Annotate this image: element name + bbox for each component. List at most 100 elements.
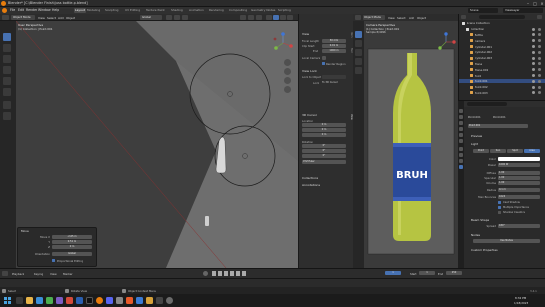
blender-menu-icon[interactable] [2,8,7,13]
light-name-field[interactable]: Point.001 [468,124,528,128]
outliner-row[interactable]: Collection [459,27,545,31]
cursor-location-z[interactable]: 0 m [302,133,346,137]
orientation-select[interactable]: Global [52,252,92,256]
transform-orientation-selector[interactable]: Global [140,15,162,20]
view-section-header[interactable]: View [302,32,309,36]
outliner-row[interactable]: Point.003 [459,91,545,95]
marker-menu[interactable]: Marker [63,272,73,276]
menu-render[interactable]: Render [26,8,37,12]
play-reverse-icon[interactable] [224,271,228,276]
focal-length-field[interactable]: 50 mm [322,39,346,43]
tab-modeling[interactable]: Modeling [86,8,101,13]
eye-icon[interactable] [532,50,535,54]
mode-selector[interactable]: Object Mode [11,15,35,20]
rendered-shading-icon[interactable] [287,15,293,20]
tab-layout[interactable]: Layout [74,8,86,13]
light-type-spot[interactable]: Spot [507,149,523,153]
eye-icon[interactable] [532,33,535,37]
next-keyframe-icon[interactable] [236,271,240,276]
camera-menu-select[interactable]: Select [397,16,406,20]
clip-end-field[interactable]: 1000 m [322,49,346,53]
end-frame-field[interactable]: 250 [446,271,462,275]
cursor-location-x[interactable]: 0 m [302,123,346,127]
eye-icon[interactable] [532,68,535,72]
tab-scripting[interactable]: Scripting [277,8,292,13]
proportional-checkbox[interactable] [52,259,55,262]
select-box-tool-icon[interactable] [3,33,11,41]
outliner-row[interactable]: Plane [459,62,545,66]
constraints-properties-tab-icon[interactable] [459,159,463,163]
camera-render-viewport[interactable]: BRUH Camera Perspective (1) Collection |… [364,21,458,268]
preview-section-header[interactable]: Preview [471,134,482,138]
app-icon[interactable] [156,297,163,304]
start-frame-field[interactable]: 1 [419,271,435,275]
viewport-menu-view[interactable]: View [38,16,45,20]
scale-tool-icon[interactable] [355,67,362,74]
timeline-editor-icon[interactable] [2,271,8,276]
timeline-scrubber[interactable] [0,279,545,287]
collections-section-header[interactable]: Collections [302,176,318,180]
viewport-menu-select[interactable]: Select [47,16,56,20]
cursor-location-y[interactable]: 0 m [302,128,346,132]
lock-to-object-field[interactable] [322,75,346,79]
minimize-button[interactable]: – [525,1,531,6]
move-z-field[interactable]: 0 m [52,245,92,249]
app-icon[interactable] [46,297,53,304]
tab-uv-editing[interactable]: UV Editing [124,8,141,13]
camera-navigation-gizmo[interactable] [436,32,456,52]
camera-render-icon[interactable] [538,79,541,83]
eye-icon[interactable] [532,27,535,31]
outliner-row[interactable]: Cylinder.002 [459,50,545,54]
camera-mode-selector[interactable]: Object Mode [363,15,385,20]
viewport-menu-add[interactable]: Add [58,16,64,20]
output-properties-tab-icon[interactable] [459,121,463,125]
eye-icon[interactable] [532,44,535,48]
light-data-tab-icon[interactable] [459,165,463,169]
tab-animation[interactable]: Animation [188,8,205,13]
outliner-row[interactable]: Cylinder.003 [459,56,545,60]
pan-icon[interactable] [284,68,291,75]
lock-to-cursor-option[interactable]: To 3D Cursor [322,81,338,84]
search-icon[interactable] [16,297,23,304]
solid-shading-icon[interactable] [273,15,279,20]
outliner-row[interactable]: Plane.001 [459,67,545,72]
editor-type-icon[interactable] [2,15,9,20]
view-lock-section-header[interactable]: View Lock [302,69,317,73]
view-layer-selector[interactable]: ViewLayer [503,8,543,13]
tab-sculpting[interactable]: Sculpting [104,8,120,13]
tab-compositing[interactable]: Compositing [228,8,248,13]
tab-geometry-nodes[interactable]: Geometry Nodes [250,8,276,13]
annotations-section-header[interactable]: Annotations [302,183,320,187]
eye-icon[interactable] [532,56,535,60]
volume-field[interactable]: 1.00 [498,181,540,185]
cursor-rotation-y[interactable]: 0° [302,149,346,153]
wireframe-shading-icon[interactable] [266,15,272,20]
beam-shape-section-header[interactable]: Beam Shape [471,218,489,222]
cursor-rotation-z[interactable]: 0° [302,154,346,158]
menu-edit[interactable]: Edit [18,8,24,12]
eye-icon[interactable] [532,91,535,95]
pivot-icon[interactable] [166,15,172,20]
diffuse-field[interactable]: 1.00 [498,171,540,175]
radius-field[interactable]: 0.1 m [498,188,540,192]
use-nodes-button[interactable]: Use Nodes [473,239,540,243]
eye-icon[interactable] [532,79,535,83]
proportional-editing-icon[interactable] [182,15,188,20]
editor-type-icon[interactable] [355,15,361,20]
app-icon[interactable] [136,297,143,304]
cursor-rotation-x[interactable]: 0° [302,144,346,148]
eye-icon[interactable] [532,62,535,66]
eye-icon[interactable] [532,39,535,43]
rotation-mode-select[interactable]: XYZ Euler [302,160,346,164]
camera-menu-add[interactable]: Add [409,16,414,20]
material-preview-icon[interactable] [280,15,286,20]
overlay-toggle-icon[interactable] [256,15,262,20]
camera-object[interactable] [205,216,209,226]
camera-render-icon[interactable] [538,56,541,60]
camera-render-icon[interactable] [538,27,541,31]
clip-start-field[interactable]: 0.01 m [322,44,346,48]
scale-tool-icon[interactable] [3,77,11,85]
eye-icon[interactable] [532,73,535,77]
maximize-button[interactable]: □ [532,1,538,6]
tool-properties-tab-icon[interactable] [459,109,463,113]
